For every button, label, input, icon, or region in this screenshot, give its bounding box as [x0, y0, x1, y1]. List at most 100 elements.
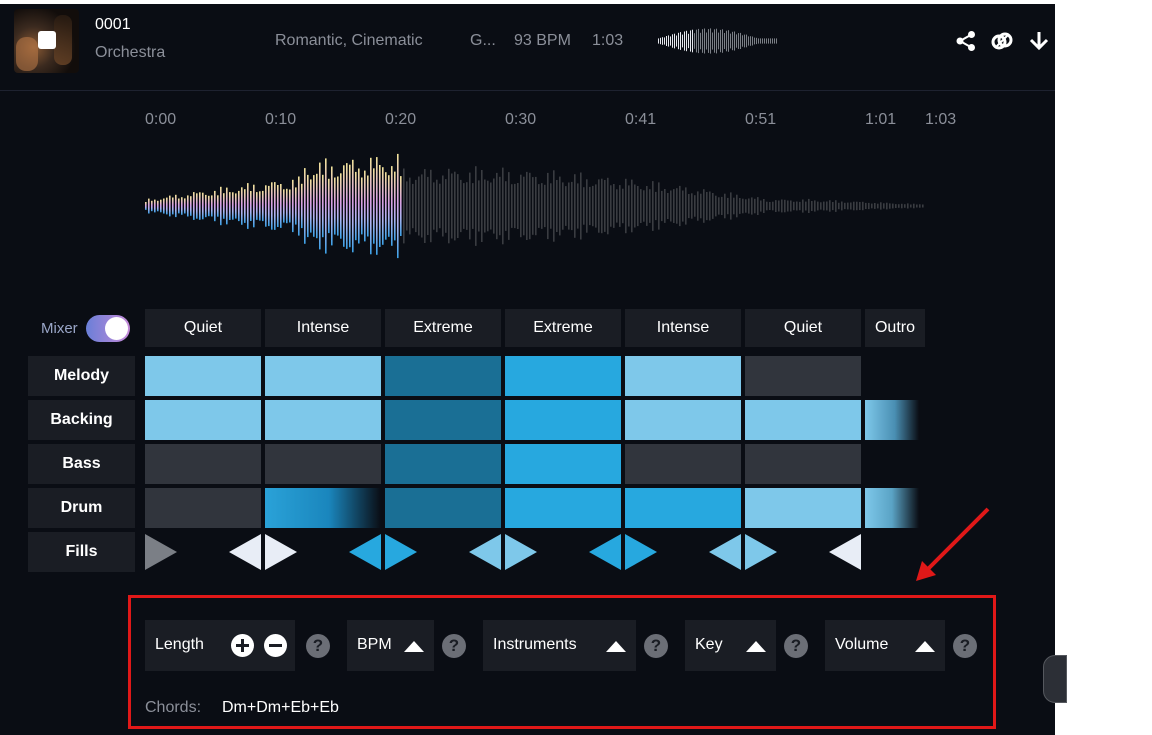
waveform-bar — [433, 182, 435, 230]
album-cover[interactable] — [14, 9, 79, 73]
waveform-bar — [613, 184, 615, 228]
mini-waveform[interactable] — [658, 27, 778, 55]
waveform-bar — [619, 185, 621, 227]
mini-waveform-bar — [708, 29, 709, 53]
fill-triangle-icon[interactable] — [385, 534, 417, 570]
waveform-bar — [265, 185, 267, 227]
fill-triangle-icon[interactable] — [589, 534, 621, 570]
toggle-knob[interactable] — [105, 317, 128, 340]
mixer-cell[interactable] — [625, 400, 741, 440]
waveform-bar — [724, 193, 726, 219]
mixer-cell[interactable] — [745, 444, 861, 484]
mixer-cell[interactable] — [865, 400, 919, 440]
mini-waveform-bar — [698, 28, 699, 54]
main-waveform[interactable] — [145, 148, 925, 268]
mini-waveform-bar — [718, 32, 719, 50]
waveform-bar — [649, 189, 651, 223]
waveform-bar — [589, 186, 591, 226]
waveform-bar — [493, 178, 495, 234]
mixer-cell[interactable] — [505, 444, 621, 484]
mixer-cell[interactable] — [745, 488, 861, 528]
section-header[interactable]: Intense — [625, 309, 741, 347]
mini-waveform-bar — [690, 30, 691, 52]
mini-waveform-bar — [730, 33, 731, 49]
waveform-bar — [829, 200, 831, 212]
mixer-cell[interactable] — [625, 444, 741, 484]
section-header[interactable]: Extreme — [385, 309, 501, 347]
mini-waveform-bar — [724, 33, 725, 49]
download-icon[interactable] — [1028, 30, 1050, 52]
mini-waveform-bar — [736, 34, 737, 48]
waveform-bar — [880, 202, 882, 210]
mixer-cell[interactable] — [145, 400, 261, 440]
mixer-cell[interactable] — [625, 488, 741, 528]
time-tick: 0:00 — [145, 111, 177, 128]
link-icon[interactable] — [991, 30, 1013, 52]
fill-triangle-icon[interactable] — [229, 534, 261, 570]
waveform-bar — [598, 179, 600, 233]
waveform-bar — [553, 170, 555, 242]
mini-waveform-bar — [754, 37, 755, 45]
mini-waveform-bar — [776, 38, 777, 44]
mixer-cell[interactable] — [265, 356, 381, 396]
waveform-bar — [604, 180, 606, 232]
fill-triangle-icon[interactable] — [745, 534, 777, 570]
fill-triangle-icon[interactable] — [469, 534, 501, 570]
annotation-arrow — [916, 507, 990, 581]
mixer-cell[interactable] — [745, 400, 861, 440]
mixer-cell[interactable] — [625, 356, 741, 396]
mixer-cell[interactable] — [505, 400, 621, 440]
mixer-cell[interactable] — [505, 488, 621, 528]
stop-icon[interactable] — [38, 31, 56, 49]
mixer-cell[interactable] — [265, 400, 381, 440]
fill-triangle-icon[interactable] — [505, 534, 537, 570]
waveform-bar — [697, 191, 699, 221]
share-icon[interactable] — [955, 30, 977, 52]
mixer-cell[interactable] — [385, 400, 501, 440]
waveform-bar — [892, 203, 894, 209]
mixer-cell[interactable] — [385, 356, 501, 396]
section-header[interactable]: Quiet — [145, 309, 261, 347]
section-header[interactable]: Extreme — [505, 309, 621, 347]
waveform-bar — [415, 179, 417, 233]
mixer-cell[interactable] — [265, 488, 381, 528]
mixer-cell[interactable] — [385, 444, 501, 484]
fill-triangle-icon[interactable] — [349, 534, 381, 570]
waveform-bar — [343, 165, 345, 247]
waveform-bar — [151, 200, 153, 212]
mixer-cell[interactable] — [265, 444, 381, 484]
mixer-cell[interactable] — [745, 356, 861, 396]
mixer-cell[interactable] — [385, 488, 501, 528]
waveform-bar — [781, 199, 783, 213]
fill-triangle-icon[interactable] — [265, 534, 297, 570]
section-header[interactable]: Outro — [865, 309, 925, 347]
mixer-toggle[interactable] — [86, 315, 130, 342]
track-duration: 1:03 — [592, 32, 624, 49]
mixer-cell[interactable] — [505, 356, 621, 396]
mixer-cell[interactable] — [145, 444, 261, 484]
waveform-bar — [511, 184, 513, 228]
section-header[interactable]: Quiet — [745, 309, 861, 347]
waveform-bar — [754, 198, 756, 214]
waveform-bar — [169, 195, 171, 217]
waveform-bar — [475, 166, 477, 246]
fill-triangle-icon[interactable] — [625, 534, 657, 570]
waveform-bar — [526, 171, 528, 240]
mini-waveform-bar — [670, 36, 671, 46]
fill-triangle-icon[interactable] — [709, 534, 741, 570]
waveform-bar — [331, 166, 333, 246]
waveform-bar — [538, 184, 540, 228]
section-header[interactable]: Intense — [265, 309, 381, 347]
mixer-cell[interactable] — [145, 488, 261, 528]
fill-triangle-icon[interactable] — [145, 534, 177, 570]
waveform-bar — [454, 171, 456, 241]
side-panel-tab[interactable] — [1043, 655, 1067, 703]
waveform-bar — [787, 200, 789, 212]
waveform-bar — [421, 174, 423, 238]
waveform-bar — [382, 167, 384, 245]
waveform-bar — [871, 203, 873, 209]
fill-triangle-icon[interactable] — [829, 534, 861, 570]
waveform-bar — [625, 178, 627, 234]
time-tick: 1:03 — [925, 111, 957, 128]
mixer-cell[interactable] — [145, 356, 261, 396]
